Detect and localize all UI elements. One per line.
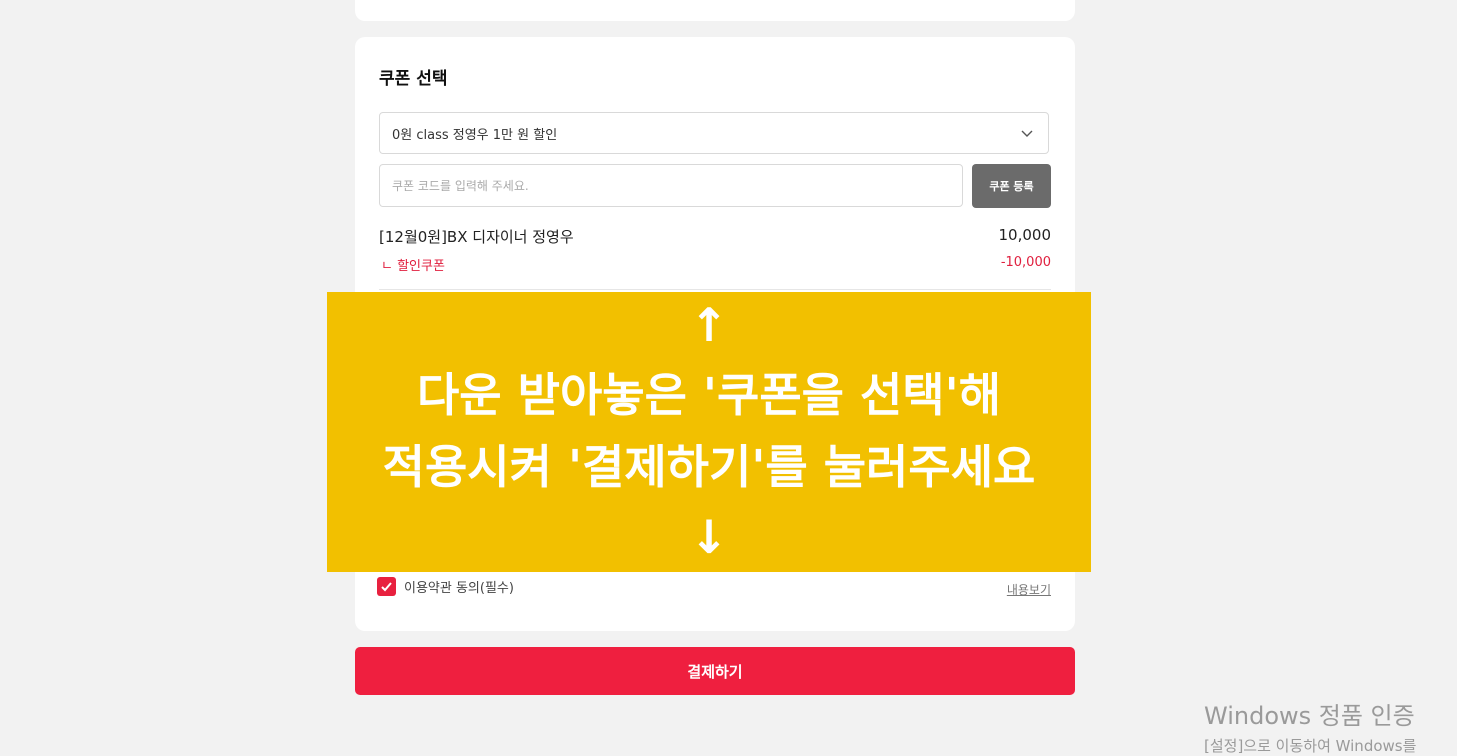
instruction-line-1: 다운 받아놓은 '쿠폰을 선택'해: [416, 368, 1002, 422]
watermark-subtitle: [설정]으로 이동하여 Windows를: [1204, 737, 1417, 755]
discount-coupon-label: ㄴ 할인쿠폰: [381, 259, 445, 274]
coupon-register-button[interactable]: 쿠폰 등록: [972, 164, 1051, 208]
terms-agreement[interactable]: 이용약관 동의(필수): [377, 577, 514, 596]
instruction-line-2: 적용시켜 '결제하기'를 눌러주세요: [382, 440, 1036, 494]
windows-activation-watermark: Windows 정품 인증 [설정]으로 이동하여 Windows를: [1204, 696, 1416, 756]
instruction-overlay: ↑ 다운 받아놓은 '쿠폰을 선택'해 적용시켜 '결제하기'를 눌러주세요 ↓: [327, 292, 1091, 572]
chevron-down-icon: [1021, 130, 1033, 137]
watermark-title: Windows 정품 인증: [1204, 702, 1415, 730]
terms-label: 이용약관 동의(필수): [404, 581, 514, 596]
product-name: [12월0원]BX 디자이너 정영우: [379, 228, 574, 246]
coupon-section-title: 쿠폰 선택: [379, 69, 448, 89]
pay-button[interactable]: 결제하기: [355, 647, 1075, 695]
check-icon: [381, 582, 392, 592]
previous-section-card: [355, 0, 1075, 21]
coupon-select[interactable]: 0원 class 정영우 1만 원 할인: [379, 112, 1049, 154]
divider: [379, 289, 1051, 290]
arrow-up-icon: ↑: [689, 298, 729, 352]
arrow-down-icon: ↓: [689, 510, 729, 564]
discount-value: -10,000: [1000, 255, 1051, 270]
checkbox-checked-icon[interactable]: [377, 577, 396, 596]
coupon-select-value: 0원 class 정영우 1만 원 할인: [392, 127, 558, 143]
coupon-code-input[interactable]: [379, 164, 963, 207]
product-price: 10,000: [998, 226, 1052, 244]
terms-view-link[interactable]: 내용보기: [1007, 581, 1051, 598]
